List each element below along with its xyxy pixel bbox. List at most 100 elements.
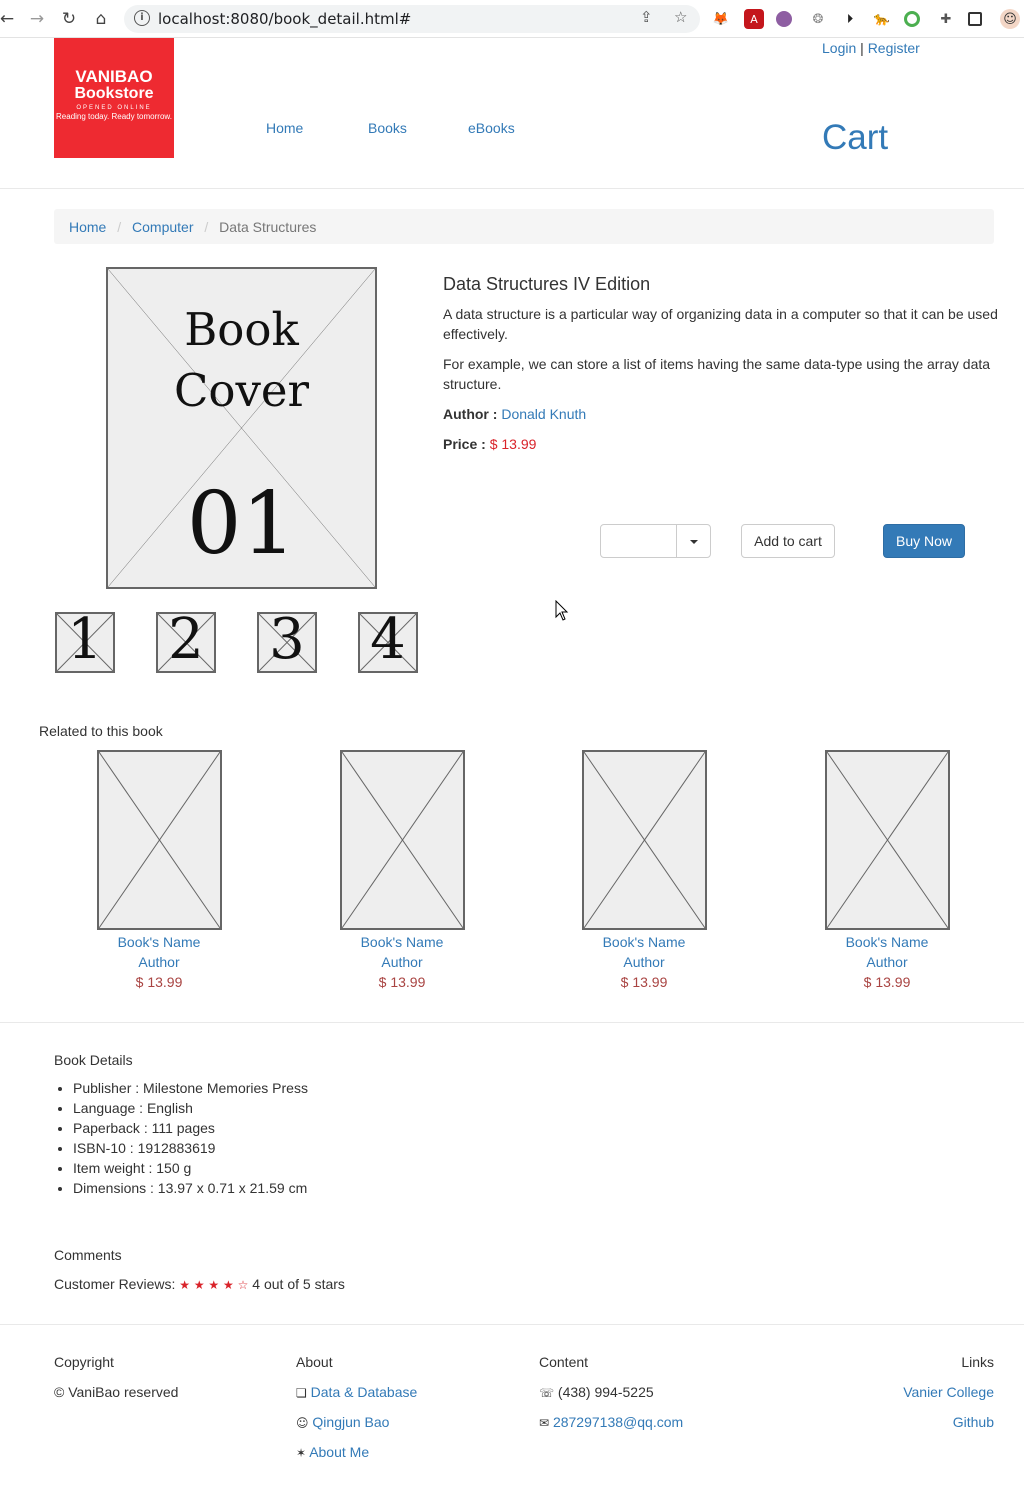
thumbnail-2[interactable]: 2	[156, 610, 216, 673]
cover-label-number: 01	[186, 474, 297, 574]
related-divider	[0, 1022, 1024, 1023]
email-link[interactable]: 287297138@qq.com	[553, 1414, 683, 1430]
back-icon[interactable]: ←	[0, 8, 18, 30]
rating-stars-icon: ★ ★ ★ ★	[179, 1278, 234, 1292]
related-book-cover[interactable]	[340, 750, 465, 930]
vanier-college-link[interactable]: Vanier College	[903, 1384, 994, 1400]
url-text[interactable]: localhost:8080/book_detail.html#	[158, 10, 411, 28]
share-icon[interactable]: ⇪	[640, 8, 653, 26]
nav-books[interactable]: Books	[368, 120, 407, 136]
cover-label-book: Book	[184, 303, 299, 356]
quantity-select[interactable]	[600, 524, 711, 558]
book-cover-image: Book Cover 01	[106, 267, 377, 589]
thumbnail-3[interactable]: 3	[257, 610, 317, 673]
address-bar[interactable]: i localhost:8080/book_detail.html# ⇪ ☆	[124, 5, 700, 33]
details-list-item: Dimensions : 13.97 x 0.71 x 21.59 cm	[73, 1178, 308, 1198]
placeholder-cross-icon	[342, 752, 463, 928]
cover-label-cover: Cover	[173, 364, 310, 417]
nav-home[interactable]: Home	[266, 120, 303, 136]
details-list-item: ISBN-10 : 1912883619	[73, 1138, 308, 1158]
related-book-price: $ 13.99	[135, 974, 183, 990]
logo-line-1: VANIBAO	[75, 67, 153, 86]
logo-tagline: Reading today. Ready tomorrow.	[56, 112, 172, 121]
rating-text: 4 out of 5 stars	[252, 1276, 345, 1292]
bookmark-star-icon[interactable]: ☆	[674, 8, 687, 26]
buy-now-button[interactable]: Buy Now	[883, 524, 965, 558]
related-book-cover[interactable]	[97, 750, 222, 930]
qingjun-bao-link[interactable]: Qingjun Bao	[312, 1414, 389, 1430]
related-book-info: Book's Name Author $ 13.99	[322, 932, 482, 992]
green-circle-extension-icon[interactable]	[904, 11, 920, 27]
breadcrumb-home[interactable]: Home	[69, 219, 106, 235]
github-link[interactable]: Github	[953, 1414, 994, 1430]
footer-about: About ❏ Data & Database ☺ Qingjun Bao ✶ …	[296, 1354, 417, 1472]
about-me-link[interactable]: About Me	[309, 1444, 369, 1460]
data-database-link[interactable]: Data & Database	[311, 1384, 418, 1400]
quantity-dropdown-toggle[interactable]	[676, 525, 710, 557]
customer-reviews: Customer Reviews: ★ ★ ★ ★ ☆ 4 out of 5 s…	[54, 1276, 345, 1292]
login-link[interactable]: Login	[822, 40, 856, 56]
related-book-name-link[interactable]: Book's Name	[322, 932, 482, 952]
site-info-icon[interactable]: i	[134, 10, 150, 26]
related-book-name-link[interactable]: Book's Name	[564, 932, 724, 952]
cart-link[interactable]: Cart	[822, 118, 888, 158]
related-book-author-link[interactable]: Author	[564, 952, 724, 972]
caret-down-icon	[690, 540, 698, 544]
placeholder-cross-icon	[99, 752, 220, 928]
header-divider	[0, 188, 1024, 189]
price-row: Price : $ 13.99	[443, 436, 536, 452]
breadcrumb-current: Data Structures	[219, 219, 317, 235]
about-row-author: ☺ Qingjun Bao	[296, 1412, 417, 1442]
reload-icon[interactable]: ↻	[58, 8, 80, 30]
related-book-cover[interactable]	[825, 750, 950, 930]
home-icon[interactable]: ⌂	[90, 8, 112, 30]
details-list-item: Language : English	[73, 1098, 308, 1118]
breadcrumb-computer[interactable]: Computer	[132, 219, 193, 235]
acrobat-extension-icon[interactable]: A	[744, 9, 764, 29]
thumbnail-1[interactable]: 1	[55, 610, 115, 673]
placeholder-cross-icon	[584, 752, 705, 928]
star-icon: ✶	[296, 1446, 307, 1460]
footer-copyright: Copyright © VaniBao reserved	[54, 1354, 178, 1412]
phone-row: ☏ (438) 994-5225	[539, 1382, 683, 1412]
related-book-author-link[interactable]: Author	[322, 952, 482, 972]
play-extension-icon[interactable]: ⏵	[840, 9, 860, 29]
about-row-aboutme: ✶ About Me	[296, 1442, 417, 1472]
related-book-author-link[interactable]: Author	[807, 952, 967, 972]
bookstore-logo[interactable]: VANIBAO Bookstore OPENED ONLINE Reading …	[54, 38, 174, 158]
footer-about-heading: About	[296, 1354, 333, 1370]
add-to-cart-button[interactable]: Add to cart	[741, 524, 835, 558]
author-label: Author :	[443, 406, 498, 422]
nav-ebooks[interactable]: eBooks	[468, 120, 515, 136]
gear-extension-icon[interactable]: ❂	[808, 9, 828, 29]
rating-empty-star-icon: ☆	[237, 1278, 249, 1292]
footer-copyright-heading: Copyright	[54, 1354, 114, 1370]
metamask-extension-icon[interactable]: 🦊	[711, 9, 731, 29]
forward-icon[interactable]: →	[26, 8, 48, 30]
email-row: ✉ 287297138@qq.com	[539, 1412, 683, 1442]
leopard-extension-icon[interactable]: 🐆	[872, 9, 892, 29]
breadcrumb-separator: /	[204, 219, 209, 235]
related-book-name-link[interactable]: Book's Name	[807, 932, 967, 952]
about-row-database: ❏ Data & Database	[296, 1382, 417, 1412]
author-link[interactable]: Donald Knuth	[501, 406, 586, 422]
related-book-cover[interactable]	[582, 750, 707, 930]
extensions-puzzle-icon[interactable]: ✚	[936, 9, 956, 29]
related-book-author-link[interactable]: Author	[79, 952, 239, 972]
auth-links: Login | Register	[822, 40, 920, 56]
footer-content: Content ☏ (438) 994-5225 ✉ 287297138@qq.…	[539, 1354, 683, 1442]
related-book-info: Book's Name Author $ 13.99	[564, 932, 724, 992]
book-title: Data Structures IV Edition	[443, 274, 651, 294]
related-book-name-link[interactable]: Book's Name	[79, 932, 239, 952]
register-link[interactable]: Register	[868, 40, 920, 56]
profile-avatar[interactable]: ☺	[1000, 9, 1020, 29]
breadcrumb-separator: /	[117, 219, 122, 235]
side-panel-icon[interactable]	[968, 12, 982, 26]
thumbnail-4[interactable]: 4	[358, 610, 418, 673]
related-book-info: Book's Name Author $ 13.99	[79, 932, 239, 992]
related-book-info: Book's Name Author $ 13.99	[807, 932, 967, 992]
purple-extension-icon[interactable]	[776, 11, 792, 27]
book-description-2: For example, we can store a list of item…	[443, 356, 991, 392]
breadcrumb: Home / Computer / Data Structures	[54, 209, 994, 244]
user-icon: ☺	[296, 1416, 309, 1430]
